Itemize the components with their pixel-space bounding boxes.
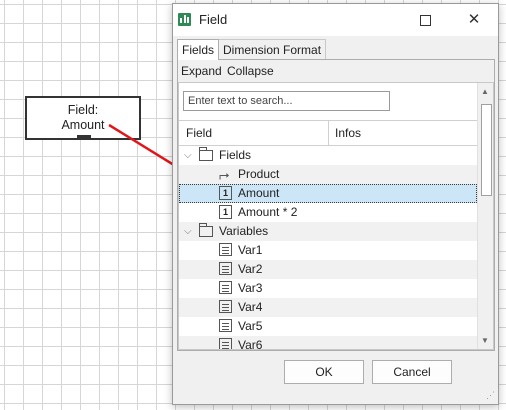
expand-link[interactable]: Expand bbox=[181, 64, 222, 78]
tree-node-var2[interactable]: Var2 bbox=[179, 260, 477, 279]
tree-scrollbar[interactable]: ▲ ▼ bbox=[477, 83, 493, 349]
numeric-field-icon: 1 bbox=[219, 186, 232, 200]
column-divider[interactable] bbox=[328, 121, 329, 145]
column-infos[interactable]: Infos bbox=[335, 126, 361, 140]
field-element-caption: Field: bbox=[67, 103, 99, 117]
tree-node-label: Var2 bbox=[238, 262, 263, 276]
cancel-button[interactable]: Cancel bbox=[372, 360, 452, 384]
hierarchy-icon: ⮣ bbox=[219, 167, 230, 182]
tree-node-label: Variables bbox=[219, 224, 269, 238]
connection-port[interactable] bbox=[77, 135, 91, 140]
tree-node-label: Var4 bbox=[238, 300, 263, 314]
tree-node-label: Var1 bbox=[238, 243, 263, 257]
dialog-title: Field bbox=[199, 12, 228, 27]
variable-icon bbox=[219, 319, 232, 332]
variable-icon bbox=[219, 338, 232, 349]
tab-fields[interactable]: Fields bbox=[177, 39, 220, 60]
tree-node-label: Fields bbox=[219, 148, 252, 162]
variable-icon bbox=[219, 243, 232, 256]
variable-icon bbox=[219, 262, 232, 275]
tree-node-fields[interactable]: ⌵ Fields bbox=[179, 146, 477, 165]
tree-node-label: Product bbox=[238, 167, 280, 181]
dialog-titlebar[interactable]: Field ✕ bbox=[173, 4, 498, 36]
chevron-down-icon[interactable]: ⌵ bbox=[184, 146, 194, 165]
tree-node-product[interactable]: ⮣ Product bbox=[179, 165, 477, 184]
scroll-up-icon[interactable]: ▲ bbox=[481, 87, 489, 96]
tree-node-label: Var3 bbox=[238, 281, 263, 295]
tree-node-amount-times-2[interactable]: 1 Amount * 2 bbox=[179, 203, 477, 222]
tree-node-var4[interactable]: Var4 bbox=[179, 298, 477, 317]
tree-node-label: Amount * 2 bbox=[238, 205, 298, 219]
tree-column-header: Field Infos bbox=[179, 120, 477, 146]
search-input[interactable] bbox=[183, 91, 390, 111]
column-field[interactable]: Field bbox=[186, 126, 212, 140]
tree-node-label: Var6 bbox=[238, 338, 263, 350]
field-dialog: Field ✕ Fields Dimension Format Expand C… bbox=[172, 3, 499, 405]
collapse-link[interactable]: Collapse bbox=[227, 64, 274, 78]
variable-icon bbox=[219, 300, 232, 313]
tree-node-amount[interactable]: 1 Amount bbox=[179, 184, 477, 203]
tree-node-var5[interactable]: Var5 bbox=[179, 317, 477, 336]
folder-icon bbox=[199, 223, 213, 237]
tree-node-var6[interactable]: Var6 bbox=[179, 336, 477, 350]
tree-node-label: Amount bbox=[238, 186, 280, 200]
scrollbar-thumb[interactable] bbox=[481, 104, 492, 196]
folder-icon bbox=[199, 147, 213, 161]
tab-dimension-format[interactable]: Dimension Format bbox=[218, 39, 327, 59]
field-element-value: Amount bbox=[61, 118, 105, 132]
chevron-down-icon[interactable]: ⌵ bbox=[184, 222, 194, 241]
ok-button[interactable]: OK bbox=[284, 360, 364, 384]
close-button[interactable]: ✕ bbox=[459, 10, 489, 30]
resize-grip-icon[interactable]: ⋰ bbox=[486, 390, 495, 401]
close-icon: ✕ bbox=[467, 11, 481, 28]
field-element[interactable]: Field: Amount bbox=[25, 96, 141, 140]
tree-node-variables[interactable]: ⌵ Variables bbox=[179, 222, 477, 241]
numeric-field-icon: 1 bbox=[219, 205, 232, 219]
field-tree-container: Field Infos ⌵ Fields ⮣ Product 1 Amount … bbox=[178, 82, 494, 350]
maximize-icon bbox=[419, 15, 431, 26]
maximize-button[interactable] bbox=[410, 10, 440, 30]
scroll-down-icon[interactable]: ▼ bbox=[481, 336, 489, 345]
tree-node-label: Var5 bbox=[238, 319, 263, 333]
bar-chart-icon bbox=[178, 13, 191, 26]
tree-node-var3[interactable]: Var3 bbox=[179, 279, 477, 298]
variable-icon bbox=[219, 281, 232, 294]
tree-node-var1[interactable]: Var1 bbox=[179, 241, 477, 260]
